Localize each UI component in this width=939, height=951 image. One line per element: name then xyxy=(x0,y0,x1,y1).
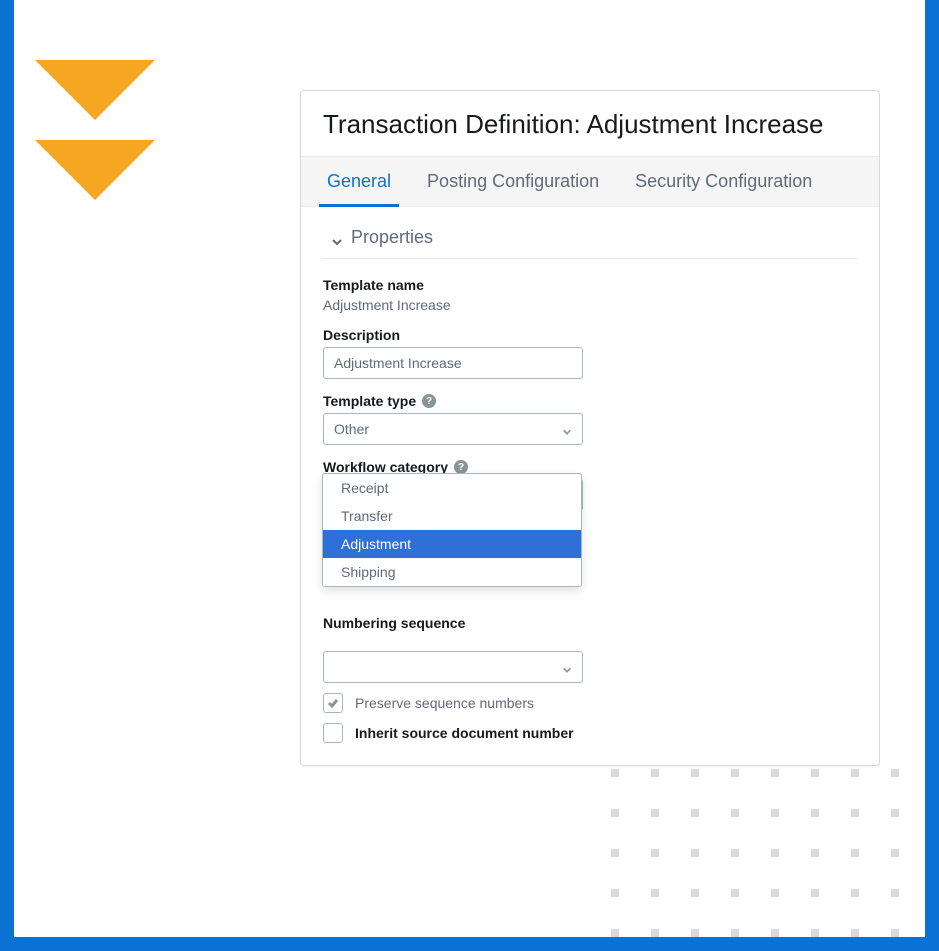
dot-icon xyxy=(811,889,819,897)
properties-section-header[interactable]: Properties xyxy=(323,217,857,259)
inherit-source-checkbox[interactable] xyxy=(323,723,343,743)
dot-icon xyxy=(611,889,619,897)
dot-icon xyxy=(611,769,619,777)
dot-icon xyxy=(651,889,659,897)
template-type-value: Other xyxy=(334,421,369,437)
dot-icon xyxy=(731,809,739,817)
dropdown-option-adjustment[interactable]: Adjustment xyxy=(323,530,581,558)
dot-icon xyxy=(811,849,819,857)
field-numbering-sequence: Numbering sequence xyxy=(323,615,857,631)
dot-icon xyxy=(731,849,739,857)
tab-general[interactable]: General xyxy=(309,157,409,206)
transaction-definition-panel: Transaction Definition: Adjustment Incre… xyxy=(300,90,880,766)
template-name-value: Adjustment Increase xyxy=(323,297,857,313)
dot-icon xyxy=(851,809,859,817)
dot-icon xyxy=(891,889,899,897)
dot-icon xyxy=(691,889,699,897)
tabs: General Posting Configuration Security C… xyxy=(301,156,879,207)
dropdown-option-receipt[interactable]: Receipt xyxy=(323,474,581,502)
inherit-source-row: Inherit source document number xyxy=(323,723,857,743)
dot-icon xyxy=(651,929,659,937)
dot-icon xyxy=(771,929,779,937)
dot-icon xyxy=(691,769,699,777)
help-icon[interactable]: ? xyxy=(422,394,436,408)
template-name-label: Template name xyxy=(323,277,857,293)
description-input[interactable]: Adjustment Increase xyxy=(323,347,583,379)
template-type-label-text: Template type xyxy=(323,393,416,409)
chevron-down-icon xyxy=(562,424,572,434)
section-header-label: Properties xyxy=(351,227,433,248)
dot-icon xyxy=(731,889,739,897)
dot-icon xyxy=(651,769,659,777)
dot-icon xyxy=(891,929,899,937)
triangle-decoration-icon xyxy=(35,60,155,120)
preserve-sequence-row: Preserve sequence numbers xyxy=(323,693,857,713)
numbering-sequence-select[interactable] xyxy=(323,651,583,683)
dot-icon xyxy=(851,769,859,777)
dot-icon xyxy=(691,929,699,937)
dot-icon xyxy=(851,849,859,857)
inherit-source-label: Inherit source document number xyxy=(355,725,574,741)
dot-icon xyxy=(891,809,899,817)
preserve-sequence-label: Preserve sequence numbers xyxy=(355,695,534,711)
dot-icon xyxy=(811,809,819,817)
numbering-sequence-label: Numbering sequence xyxy=(323,615,857,631)
dot-icon xyxy=(651,809,659,817)
field-template-type: Template type ? Other xyxy=(323,393,857,445)
dot-icon xyxy=(731,929,739,937)
dot-icon xyxy=(611,809,619,817)
dot-icon xyxy=(771,849,779,857)
dot-icon xyxy=(611,929,619,937)
dot-icon xyxy=(891,769,899,777)
description-input-value: Adjustment Increase xyxy=(334,355,462,371)
dot-icon xyxy=(811,929,819,937)
dot-grid-decoration xyxy=(611,769,899,937)
field-template-name: Template name Adjustment Increase xyxy=(323,277,857,313)
dot-icon xyxy=(891,849,899,857)
dot-icon xyxy=(691,809,699,817)
dot-icon xyxy=(771,889,779,897)
preserve-sequence-checkbox[interactable] xyxy=(323,693,343,713)
dot-icon xyxy=(851,929,859,937)
dot-icon xyxy=(611,849,619,857)
dropdown-option-transfer[interactable]: Transfer xyxy=(323,502,581,530)
dot-icon xyxy=(851,889,859,897)
dot-icon xyxy=(771,809,779,817)
dot-icon xyxy=(811,769,819,777)
dropdown-option-shipping[interactable]: Shipping xyxy=(323,558,581,586)
tab-posting-configuration[interactable]: Posting Configuration xyxy=(409,157,617,206)
triangle-decoration-icon xyxy=(35,140,155,200)
field-description: Description Adjustment Increase xyxy=(323,327,857,379)
dot-icon xyxy=(771,769,779,777)
dot-icon xyxy=(651,849,659,857)
chevron-down-icon xyxy=(562,662,572,672)
chevron-down-icon xyxy=(331,232,343,244)
template-type-label: Template type ? xyxy=(323,393,857,409)
dot-icon xyxy=(731,769,739,777)
help-icon[interactable]: ? xyxy=(454,460,468,474)
workflow-category-dropdown: Receipt Transfer Adjustment Shipping xyxy=(322,473,582,587)
description-label: Description xyxy=(323,327,857,343)
template-type-select[interactable]: Other xyxy=(323,413,583,445)
tab-security-configuration[interactable]: Security Configuration xyxy=(617,157,830,206)
dot-icon xyxy=(691,849,699,857)
panel-title: Transaction Definition: Adjustment Incre… xyxy=(301,91,879,156)
